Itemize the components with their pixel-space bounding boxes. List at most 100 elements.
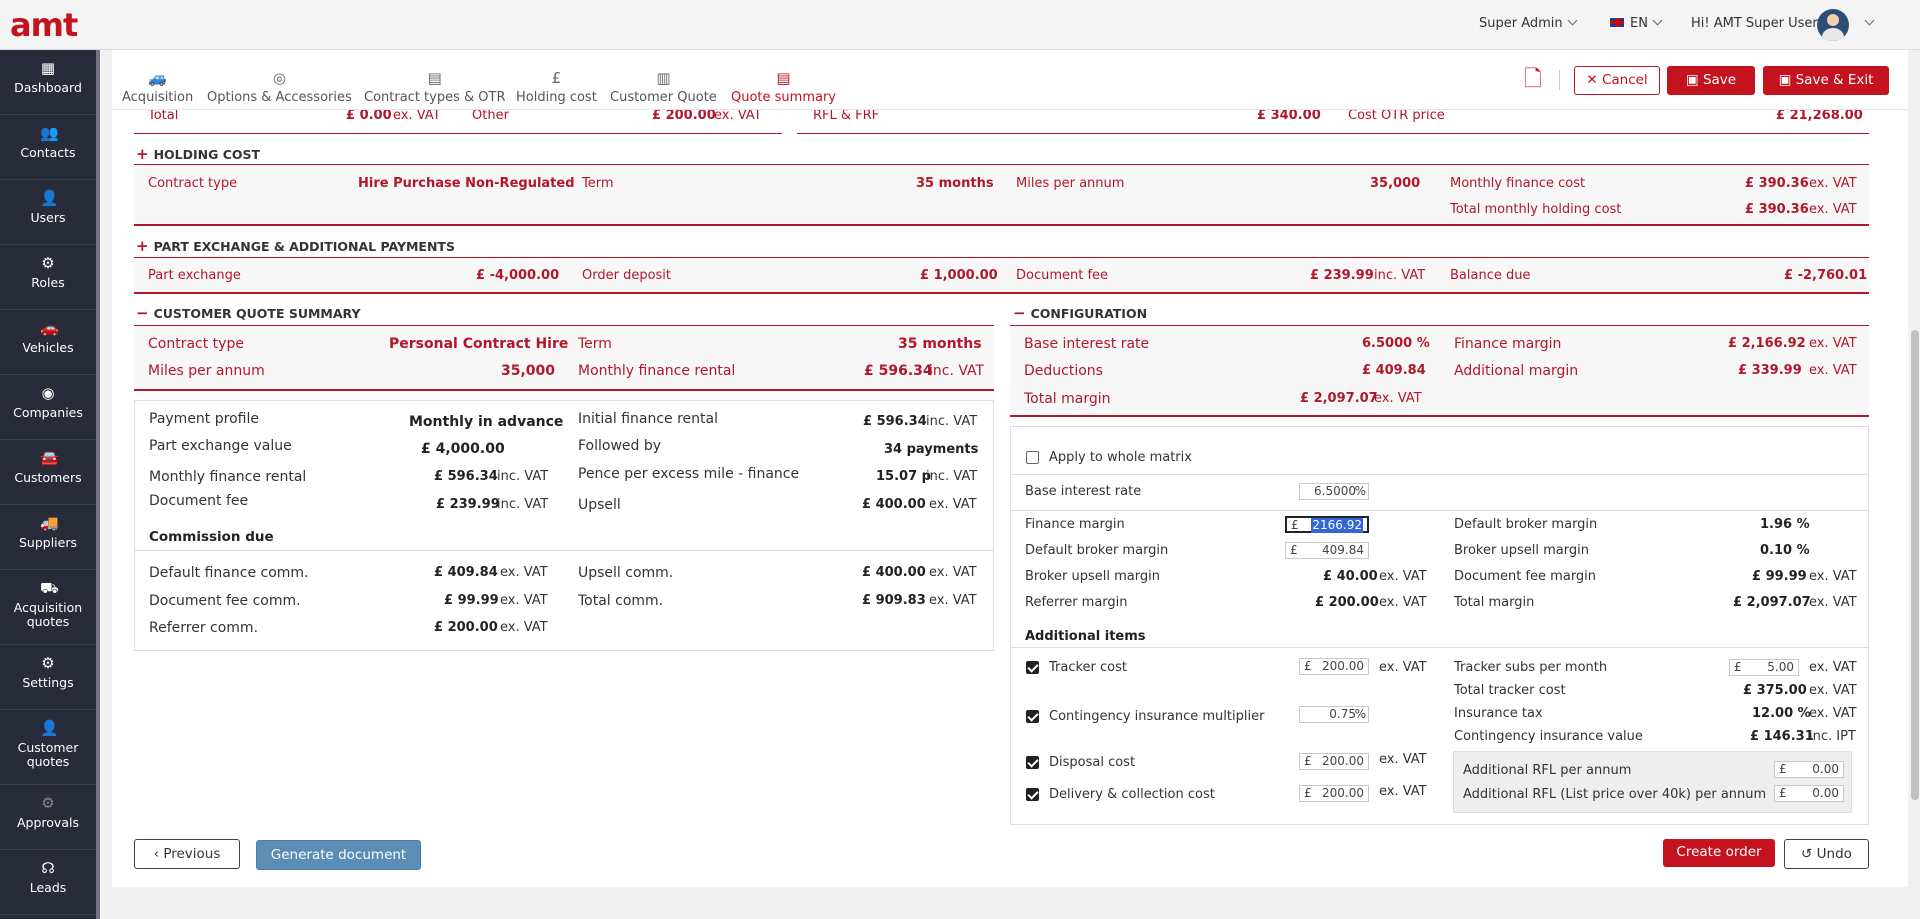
tab-contract-types[interactable]: ▤ Contract types & OTR bbox=[364, 68, 505, 105]
currency-prefix: £ bbox=[1304, 786, 1312, 800]
headset-icon: ☊ bbox=[41, 859, 55, 877]
finance-margin-input[interactable]: £2166.92 bbox=[1285, 516, 1369, 533]
default-broker-margin-input[interactable]: £409.84 bbox=[1285, 542, 1369, 559]
user-menu-toggle[interactable] bbox=[1860, 15, 1875, 31]
scrollbar-thumb[interactable] bbox=[1911, 330, 1919, 800]
config-deductions-label: Deductions bbox=[1024, 363, 1103, 379]
sidebar-item-contacts[interactable]: 👥 Contacts bbox=[0, 115, 96, 180]
tab-acquisition[interactable]: 🚙 Acquisition bbox=[122, 68, 193, 105]
tracker-subs-input[interactable]: £5.00 bbox=[1729, 659, 1799, 676]
total-value: £ 0.00 bbox=[346, 108, 392, 123]
contingency-insurance-input[interactable]: 0.75% bbox=[1299, 706, 1369, 723]
disposal-cost-input[interactable]: £200.00 bbox=[1299, 753, 1369, 770]
customer-quotes-icon: 👤 bbox=[40, 719, 59, 737]
tab-label: Options & Accessories bbox=[207, 90, 352, 105]
sidebar-item-acquisition-quotes[interactable]: ⛟ Acquisition quotes bbox=[0, 570, 96, 645]
disposal-cost-unit: ex. VAT bbox=[1379, 752, 1427, 767]
part-exchange-label: Part exchange bbox=[148, 268, 241, 283]
broker-upsell-margin-label: Broker upsell margin bbox=[1025, 569, 1160, 584]
configuration-header[interactable]: − CONFIGURATION bbox=[1013, 304, 1147, 322]
tracker-cost-input[interactable]: £200.00 bbox=[1299, 658, 1369, 675]
tab-options-accessories[interactable]: ◎ Options & Accessories bbox=[207, 68, 352, 105]
sidebar-item-approvals[interactable]: ⚙ Approvals bbox=[0, 785, 96, 850]
sidebar-item-label: Acquisition quotes bbox=[13, 600, 83, 629]
sidebar-item-customers[interactable]: 🚘 Customers bbox=[0, 440, 96, 505]
undo-button[interactable]: ↺ Undo bbox=[1784, 839, 1869, 869]
holding-cost-header[interactable]: + HOLDING COST bbox=[136, 145, 260, 163]
part-exchange-value: £ -4,000.00 bbox=[476, 268, 560, 283]
document-fee-comm-value: £ 99.99 bbox=[444, 593, 499, 608]
sidebar-item-settings[interactable]: ⚙ Settings bbox=[0, 645, 96, 710]
additional-rfl-input[interactable]: £0.00 bbox=[1774, 761, 1844, 778]
save-button[interactable]: ▣ Save bbox=[1667, 66, 1755, 95]
divider bbox=[134, 292, 1869, 294]
delivery-collection-label: Delivery & collection cost bbox=[1049, 787, 1215, 802]
amt-logo[interactable]: amt bbox=[10, 6, 78, 44]
finance-margin-label: Finance margin bbox=[1025, 517, 1125, 532]
avatar[interactable] bbox=[1817, 9, 1849, 41]
currency-prefix: £ bbox=[1779, 762, 1787, 776]
sidebar-item-dashboard[interactable]: ▦ Dashboard bbox=[0, 50, 96, 115]
sidebar-item-users[interactable]: 👤 Users bbox=[0, 180, 96, 245]
apply-whole-matrix-checkbox[interactable] bbox=[1026, 451, 1039, 464]
save-icon: ▣ bbox=[1778, 72, 1796, 88]
dashboard-icon: ▦ bbox=[40, 59, 56, 77]
divider bbox=[134, 224, 1869, 226]
suppliers-icon: 🚚 bbox=[40, 514, 59, 532]
currency-prefix: £ bbox=[1290, 543, 1298, 557]
tab-quote-summary[interactable]: ▤ Quote summary bbox=[731, 68, 836, 105]
config-tm-value: £ 2,097.07 bbox=[1300, 391, 1378, 406]
sidebar-item-label: Companies bbox=[13, 405, 83, 420]
role-switcher[interactable]: Super Admin bbox=[1479, 15, 1578, 31]
sidebar: ▦ Dashboard 👥 Contacts 👤 Users ⚙ Roles 🚗 Vehi… bbox=[0, 50, 96, 919]
sidebar-item-suppliers[interactable]: 🚚 Suppliers bbox=[0, 505, 96, 570]
miles-value: 35,000 bbox=[1370, 176, 1421, 191]
upsell-comm-label: Upsell comm. bbox=[578, 565, 674, 581]
generate-document-button[interactable]: Generate document bbox=[256, 840, 421, 870]
input-value: 200.00 bbox=[1322, 659, 1364, 673]
pdf-document-icon[interactable]: 🗋 bbox=[1522, 66, 1544, 95]
scrollbar[interactable] bbox=[1910, 50, 1920, 919]
car-icon: 🚗 bbox=[40, 319, 59, 337]
tab-customer-quote[interactable]: ▥ Customer Quote bbox=[610, 68, 717, 105]
language-switcher[interactable]: EN bbox=[1609, 15, 1663, 31]
config-am-value: £ 339.99 bbox=[1738, 363, 1802, 378]
payment-profile-value: Monthly in advance bbox=[409, 414, 564, 430]
tracker-cost-checkbox[interactable] bbox=[1026, 661, 1039, 674]
tracker-subs-label: Tracker subs per month bbox=[1454, 660, 1608, 675]
cancel-button[interactable]: ✕ Cancel bbox=[1574, 66, 1660, 95]
tab-label: Holding cost bbox=[516, 90, 597, 105]
disposal-cost-checkbox[interactable] bbox=[1026, 756, 1039, 769]
part-exchange-value-label: Part exchange value bbox=[149, 438, 292, 454]
contingency-insurance-checkbox[interactable] bbox=[1026, 710, 1039, 723]
previous-button[interactable]: ‹ Previous bbox=[134, 839, 240, 869]
term-value: 35 months bbox=[916, 176, 994, 191]
additional-rfl-40k-input[interactable]: £0.00 bbox=[1774, 785, 1844, 802]
customer-quote-summary-header[interactable]: − CUSTOMER QUOTE SUMMARY bbox=[136, 304, 361, 322]
sidebar-item-roles[interactable]: ⚙ Roles bbox=[0, 245, 96, 310]
sidebar-item-customer-quotes[interactable]: 👤 Customer quotes bbox=[0, 710, 96, 785]
delivery-collection-input[interactable]: £200.00 bbox=[1299, 785, 1369, 802]
upsell-label: Upsell bbox=[578, 497, 621, 513]
cqs-mfr-value: £ 596.34 bbox=[864, 363, 933, 379]
referrer-comm-label: Referrer comm. bbox=[149, 620, 259, 636]
tab-holding-cost[interactable]: £ Holding cost bbox=[516, 68, 597, 105]
delivery-collection-checkbox[interactable] bbox=[1026, 788, 1039, 801]
config-fm-value: £ 2,166.92 bbox=[1728, 336, 1806, 351]
section-title: CUSTOMER QUOTE SUMMARY bbox=[153, 306, 361, 321]
contingency-insurance-value-value: £ 146.31 bbox=[1750, 729, 1814, 744]
part-exchange-header[interactable]: + PART EXCHANGE & ADDITIONAL PAYMENTS bbox=[136, 237, 455, 255]
apply-whole-matrix-label: Apply to whole matrix bbox=[1049, 450, 1192, 465]
sidebar-item-vehicles[interactable]: 🚗 Vehicles bbox=[0, 310, 96, 375]
document-fee-label: Document fee bbox=[149, 493, 249, 509]
additional-rfl-label: Additional RFL per annum bbox=[1463, 763, 1632, 778]
base-interest-rate-input[interactable]: 6.5000% bbox=[1299, 483, 1369, 500]
sidebar-item-companies[interactable]: ◉ Companies bbox=[0, 375, 96, 440]
default-broker-margin-label: Default broker margin bbox=[1025, 543, 1169, 558]
sidebar-item-leads[interactable]: ☊ Leads bbox=[0, 850, 96, 915]
order-deposit-label: Order deposit bbox=[582, 268, 672, 283]
sidebar-item-label: Dashboard bbox=[14, 80, 82, 95]
save-exit-button[interactable]: ▣ Save & Exit bbox=[1763, 66, 1889, 95]
create-order-button[interactable]: Create order bbox=[1663, 839, 1775, 867]
plus-icon: + bbox=[136, 237, 149, 255]
